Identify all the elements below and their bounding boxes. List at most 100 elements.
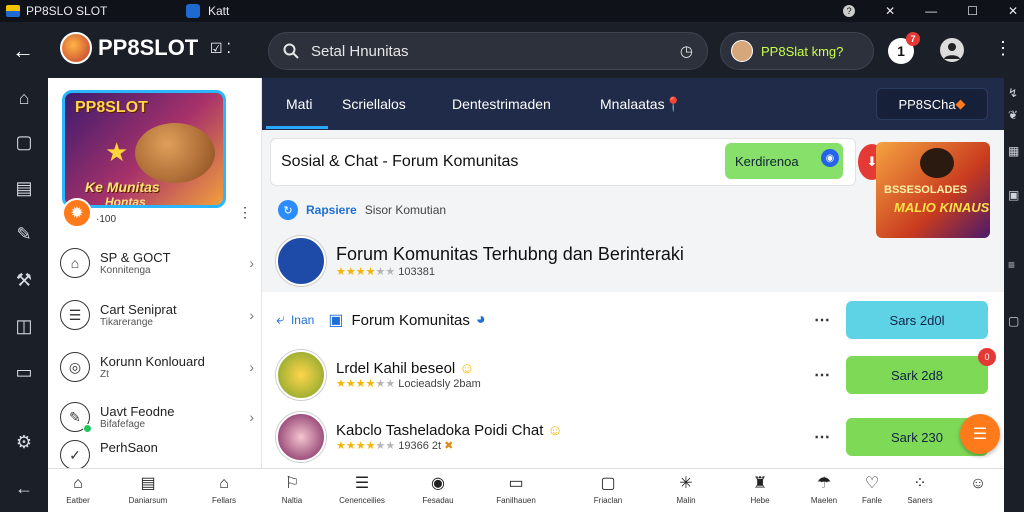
more-menu-icon[interactable]: ⋮ [994, 38, 1012, 59]
window-title: PP8SLO SLOT [26, 4, 108, 18]
tab-mnalaatas[interactable]: Mnalaatas📍 [600, 96, 682, 113]
chat-pill-button[interactable]: PP8SCha ◆ [876, 88, 988, 120]
row-more-icon[interactable]: ⋯ [814, 310, 830, 330]
notification-count: 1 [897, 43, 905, 59]
maximize-icon[interactable]: ☐ [967, 4, 978, 18]
row-more-icon[interactable]: ⋯ [814, 427, 830, 447]
thread-avatar [276, 412, 326, 462]
forum-title: Forum Komunitas Terhubng dan Berinteraki [336, 244, 684, 264]
sidebar-banner[interactable]: PP8SLOT ★ Ke Munitas Hontas [62, 90, 226, 208]
sidebar-item-perhsaon[interactable]: ✓ PerhSaon [60, 440, 254, 468]
sidebar-item-title: PerhSaon [100, 440, 158, 455]
search-text: Setal Hnunitas [311, 42, 409, 60]
nav-item[interactable]: ⌂ Fellars [194, 475, 254, 505]
floating-action-button[interactable]: ☰ [960, 414, 1000, 454]
nav-item[interactable]: ▤ Daniarsum [118, 475, 178, 505]
sidebar-item-title: Korunn Konlouard [100, 354, 205, 369]
rating-stars: ★★★★★★ [336, 378, 396, 390]
help-icon[interactable]: ? [843, 5, 856, 17]
tools-icon[interactable]: ⚒ [12, 268, 36, 292]
coin-count: ·100 [96, 214, 117, 225]
window-close-tab-icon[interactable]: ✕ [885, 4, 895, 18]
sidebar-item-title: Cart Seniprat [100, 302, 177, 317]
rail-arrow-icon[interactable]: ↯ [1008, 86, 1018, 100]
row-action-button[interactable]: Sark 2d8 [846, 356, 988, 394]
notification-button[interactable]: 1 7 [888, 32, 920, 64]
brand-name: PP8SLOT [98, 35, 199, 60]
rail-box-icon[interactable]: ▣ [1008, 188, 1019, 202]
emoji-icon: ◕ [475, 311, 486, 328]
list-icon: ☰ [354, 475, 370, 492]
thread-list: ⤶ Inan ▣ Forum Komunitas ◕ ⋯ Sars 2d0l L… [262, 292, 1004, 468]
nav-item[interactable]: ▭ Fanilhauen [486, 475, 546, 505]
top-bar: ← PP8SLOT ☑ ⁚ Setal Hnunitas ◷ PP8Slat k… [0, 22, 1024, 78]
sidebar-item-korunn[interactable]: ◎ Korunn Konlouard Zt › [60, 344, 254, 390]
nav-item[interactable]: ⌂ Eatber [48, 475, 108, 505]
rail-leaf-icon[interactable]: ❦ [1008, 108, 1018, 122]
edit-icon[interactable]: ✎ [12, 222, 36, 246]
nav-item[interactable]: ▢ Friaclan [578, 475, 638, 505]
home-outline-icon[interactable]: ⌂ [12, 86, 36, 110]
cross-icon: ✖ [444, 440, 454, 452]
list-item[interactable]: Kabclo Tasheladoka Poidi Chat ☺ ★★★★★★ 1… [276, 410, 988, 464]
tab-dentestrimaden[interactable]: Dentestrimaden [452, 96, 551, 112]
row-title: Lrdel Kahil beseol [336, 360, 456, 377]
settings-gear-icon[interactable]: ⚙ [12, 430, 36, 454]
rail-list-icon[interactable]: ≡ [1008, 258, 1015, 272]
layout-icon[interactable]: ▤ [12, 176, 36, 200]
main-content: Mati Scriellalos Dentestrimaden Mnalaata… [262, 78, 1004, 468]
nav-item[interactable]: ☰ Cenenceilies [332, 475, 392, 505]
panel-icon[interactable]: ◫ [12, 314, 36, 338]
nav-item[interactable]: ◉ Fesadau [408, 475, 468, 505]
row-title: Forum Komunitas [351, 311, 470, 329]
sidebar-item-cart[interactable]: ☰ Cart Seniprat Tikarerange › [60, 292, 254, 338]
nav-item[interactable]: ✳ Malin [656, 475, 716, 505]
sidebar-item-sp-goct[interactable]: ⌂ SP & GOCT Konnitenga › [60, 240, 254, 286]
history-icon[interactable]: ◷ [680, 42, 693, 60]
user-chip[interactable]: PP8Slat kmg? [720, 32, 874, 70]
profile-icon[interactable] [940, 38, 964, 62]
checklist-icon[interactable]: ☑ ⁚ [210, 40, 231, 57]
nav-item[interactable]: ⁘ Saners [890, 475, 950, 505]
brand-badge-icon [60, 32, 92, 64]
frame-icon[interactable]: ▢ [12, 130, 36, 154]
chevron-right-icon: › [249, 307, 254, 323]
banner-more-icon[interactable]: ⋮ [238, 204, 252, 221]
window-second-tab[interactable]: Katt [186, 4, 229, 18]
register-row[interactable]: ↻ Rapsiere Sisor Komutian [278, 200, 446, 220]
bug-icon: ✳ [679, 475, 693, 492]
join-button[interactable]: Kerdirenoa ◉ [725, 143, 843, 179]
rail-back-icon[interactable]: ← [12, 476, 36, 500]
nav-label: Cenenceilies [339, 496, 385, 505]
rail-calendar-icon[interactable]: ▦ [1008, 144, 1019, 158]
list-item[interactable]: Lrdel Kahil beseol ☺ ★★★★★★ Locieadsly 2… [276, 348, 996, 402]
nav-item[interactable]: ♜ Hebe [730, 475, 790, 505]
list-circle-icon: ☰ [60, 300, 90, 330]
minimize-icon[interactable]: — [925, 4, 937, 18]
window-icon[interactable]: ▭ [12, 360, 36, 384]
brand-logo[interactable]: PP8SLOT [60, 32, 198, 64]
nav-label: Fanilhauen [496, 496, 536, 505]
bell-icon: ♜ [752, 475, 768, 492]
close-icon[interactable]: ✕ [1008, 4, 1018, 18]
window-app-tab[interactable]: PP8SLO SLOT [6, 4, 107, 18]
search-input[interactable]: Setal Hnunitas ◷ [268, 32, 708, 70]
second-tab-label: Katt [208, 4, 230, 18]
row-action-button[interactable]: Sars 2d0l [846, 301, 988, 339]
grid-icon: ⁘ [913, 475, 927, 492]
row-more-icon[interactable]: ⋯ [814, 365, 830, 385]
rail-square-icon[interactable]: ▢ [1008, 314, 1019, 328]
row-title: Kabclo Tasheladoka Poidi Chat [336, 422, 544, 439]
sidebar-item-uavt[interactable]: ✎ Uavt Feodne Bifafefage › [60, 394, 254, 440]
promo-banner[interactable]: BSSESOLADES MALIO KINAUS [876, 142, 990, 238]
promo-line2: MALIO KINAUS [894, 200, 990, 215]
list-item[interactable]: ⤶ Inan ▣ Forum Komunitas ◕ ⋯ Sars 2d0l [276, 300, 988, 340]
banner-line2: Hontas [105, 195, 146, 208]
nav-item[interactable]: ☺ [948, 475, 1008, 496]
left-rail: ⌂ ▢ ▤ ✎ ⚒ ◫ ▭ ⚙ ← [0, 78, 48, 512]
tab-mati[interactable]: Mati [286, 96, 312, 112]
tab-scriellalos[interactable]: Scriellalos [342, 96, 406, 112]
rating-stars: ★★★★★★ [336, 440, 396, 452]
nav-item[interactable]: ⚐ Naltia [262, 475, 322, 505]
back-arrow-icon[interactable]: ← [10, 38, 36, 64]
